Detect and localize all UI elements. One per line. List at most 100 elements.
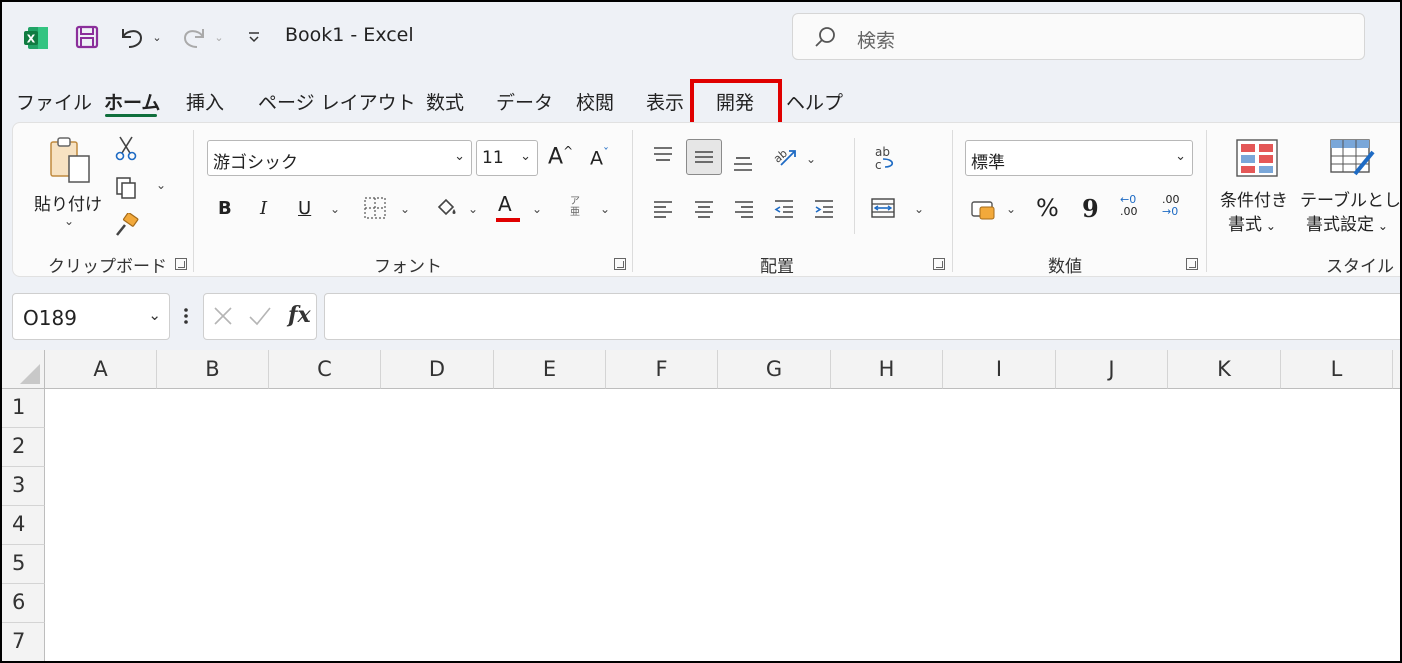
font-launcher-icon[interactable] bbox=[614, 258, 626, 270]
decrease-decimal-button[interactable]: .00 →0 bbox=[1162, 194, 1180, 218]
conditional-formatting-icon[interactable] bbox=[1234, 136, 1280, 180]
column-header[interactable]: A bbox=[45, 350, 157, 389]
row-header[interactable]: 3 bbox=[2, 467, 45, 506]
number-format-combo[interactable]: 標準 ⌄ bbox=[965, 140, 1193, 176]
increase-indent-icon[interactable] bbox=[811, 196, 837, 222]
column-header[interactable]: C bbox=[269, 350, 381, 389]
worksheet-grid[interactable]: A B C D E F G H I J K L 1 2 3 4 5 6 7 bbox=[2, 350, 1400, 661]
tab-page-layout[interactable]: ページ レイアウト bbox=[258, 88, 416, 115]
decrease-indent-icon[interactable] bbox=[771, 196, 797, 222]
row-header[interactable]: 1 bbox=[2, 389, 45, 428]
format-painter-icon[interactable] bbox=[112, 212, 140, 240]
top-align-icon[interactable] bbox=[650, 142, 676, 168]
chevron-down-icon[interactable]: ⌄ bbox=[148, 306, 161, 324]
tab-data[interactable]: データ bbox=[496, 88, 553, 115]
accounting-format-icon[interactable] bbox=[968, 195, 998, 223]
column-header[interactable]: G bbox=[718, 350, 831, 389]
accounting-dropdown-icon[interactable]: ⌄ bbox=[1006, 202, 1016, 216]
active-tab-indicator bbox=[105, 114, 157, 117]
column-header[interactable]: F bbox=[606, 350, 718, 389]
excel-window: X ⌄ ⌄ Book1 - Excel 検索 ファイル ホーム 挿入 ページ レ… bbox=[0, 0, 1402, 663]
select-all-button[interactable] bbox=[2, 350, 45, 389]
column-header[interactable]: B bbox=[157, 350, 269, 389]
conditional-formatting-label2: 書式 bbox=[1228, 215, 1262, 235]
excel-icon[interactable]: X bbox=[22, 24, 50, 52]
font-name-combo[interactable]: 游ゴシック ⌄ bbox=[207, 140, 472, 176]
number-launcher-icon[interactable] bbox=[1186, 258, 1198, 270]
align-right-icon[interactable] bbox=[731, 196, 757, 222]
bottom-align-icon[interactable] bbox=[730, 148, 756, 174]
formula-input[interactable] bbox=[324, 293, 1400, 340]
name-box[interactable]: O189 ⌄ bbox=[12, 293, 170, 340]
row-header[interactable]: 4 bbox=[2, 506, 45, 545]
format-as-table-line2[interactable]: 書式設定 ⌄ bbox=[1306, 210, 1388, 235]
row-header[interactable]: 5 bbox=[2, 545, 45, 584]
phonetic-button[interactable]: ア亜 bbox=[570, 196, 584, 218]
tab-view[interactable]: 表示 bbox=[646, 88, 684, 115]
paste-label[interactable]: 貼り付け bbox=[34, 190, 102, 215]
copy-dropdown-icon[interactable]: ⌄ bbox=[156, 178, 166, 192]
row-header[interactable]: 6 bbox=[2, 584, 45, 623]
more-options-icon[interactable] bbox=[182, 304, 190, 328]
borders-dropdown-icon[interactable]: ⌄ bbox=[400, 202, 410, 216]
orientation-dropdown-icon[interactable]: ⌄ bbox=[806, 152, 816, 166]
enter-icon[interactable] bbox=[248, 305, 274, 329]
column-header[interactable]: J bbox=[1056, 350, 1168, 389]
orientation-icon[interactable]: ab bbox=[770, 142, 800, 172]
comma-style-button[interactable]: 9 bbox=[1082, 194, 1099, 223]
tab-file[interactable]: ファイル bbox=[16, 88, 92, 115]
format-as-table-icon[interactable] bbox=[1328, 136, 1378, 180]
clipboard-launcher-icon[interactable] bbox=[175, 258, 187, 270]
tab-formulas[interactable]: 数式 bbox=[426, 88, 464, 115]
copy-icon[interactable] bbox=[112, 174, 140, 202]
column-header[interactable] bbox=[1393, 350, 1400, 389]
conditional-formatting-line2[interactable]: 書式 ⌄ bbox=[1228, 210, 1276, 235]
underline-button[interactable]: U bbox=[298, 198, 311, 219]
align-center-icon[interactable] bbox=[691, 196, 717, 222]
conditional-formatting-line1[interactable]: 条件付き bbox=[1220, 186, 1288, 211]
percent-button[interactable]: % bbox=[1036, 194, 1059, 222]
paste-dropdown-icon[interactable]: ⌄ bbox=[64, 214, 74, 228]
search-placeholder: 検索 bbox=[857, 30, 896, 52]
undo-dropdown-icon[interactable]: ⌄ bbox=[150, 30, 164, 44]
column-header[interactable]: K bbox=[1168, 350, 1281, 389]
wrap-text-icon[interactable]: ab c bbox=[868, 142, 900, 174]
cancel-icon[interactable] bbox=[212, 305, 236, 329]
column-header[interactable]: E bbox=[494, 350, 606, 389]
row-header[interactable]: 2 bbox=[2, 428, 45, 467]
column-header[interactable]: L bbox=[1281, 350, 1393, 389]
font-color-button[interactable]: A bbox=[496, 192, 520, 222]
font-size-combo[interactable]: 11 ⌄ bbox=[476, 140, 538, 176]
column-header[interactable]: H bbox=[831, 350, 943, 389]
increase-decimal-button[interactable]: ←0 .00 bbox=[1120, 194, 1138, 218]
save-icon[interactable] bbox=[74, 24, 100, 50]
format-as-table-line1[interactable]: テーブルとして bbox=[1300, 186, 1400, 211]
borders-icon[interactable] bbox=[362, 195, 388, 221]
fill-color-icon[interactable] bbox=[432, 194, 460, 222]
tab-review[interactable]: 校閲 bbox=[576, 88, 614, 115]
bold-button[interactable]: B bbox=[218, 198, 232, 219]
search-box[interactable]: 検索 bbox=[792, 13, 1365, 60]
tab-insert[interactable]: 挿入 bbox=[186, 88, 224, 115]
phonetic-dropdown-icon[interactable]: ⌄ bbox=[600, 202, 610, 216]
row-header[interactable]: 7 bbox=[2, 623, 45, 661]
cut-icon[interactable] bbox=[112, 134, 140, 162]
customize-qat-icon[interactable] bbox=[246, 28, 262, 46]
decrease-font-size-button[interactable]: Aˇ bbox=[590, 146, 609, 169]
merge-dropdown-icon[interactable]: ⌄ bbox=[914, 202, 924, 216]
insert-function-button[interactable]: fx bbox=[288, 302, 311, 328]
align-left-icon[interactable] bbox=[650, 196, 676, 222]
italic-button[interactable]: I bbox=[260, 198, 267, 219]
undo-icon[interactable] bbox=[116, 22, 148, 52]
underline-dropdown-icon[interactable]: ⌄ bbox=[330, 202, 340, 216]
increase-font-size-button[interactable]: A^ bbox=[548, 144, 573, 169]
merge-center-icon[interactable] bbox=[868, 194, 898, 222]
fill-color-dropdown-icon[interactable]: ⌄ bbox=[468, 202, 478, 216]
tab-help[interactable]: ヘルプ bbox=[786, 88, 843, 115]
alignment-launcher-icon[interactable] bbox=[933, 258, 945, 270]
paste-icon[interactable] bbox=[46, 134, 94, 184]
tab-home[interactable]: ホーム bbox=[104, 88, 160, 115]
column-header[interactable]: I bbox=[943, 350, 1056, 389]
column-header[interactable]: D bbox=[381, 350, 494, 389]
font-color-dropdown-icon[interactable]: ⌄ bbox=[532, 202, 542, 216]
